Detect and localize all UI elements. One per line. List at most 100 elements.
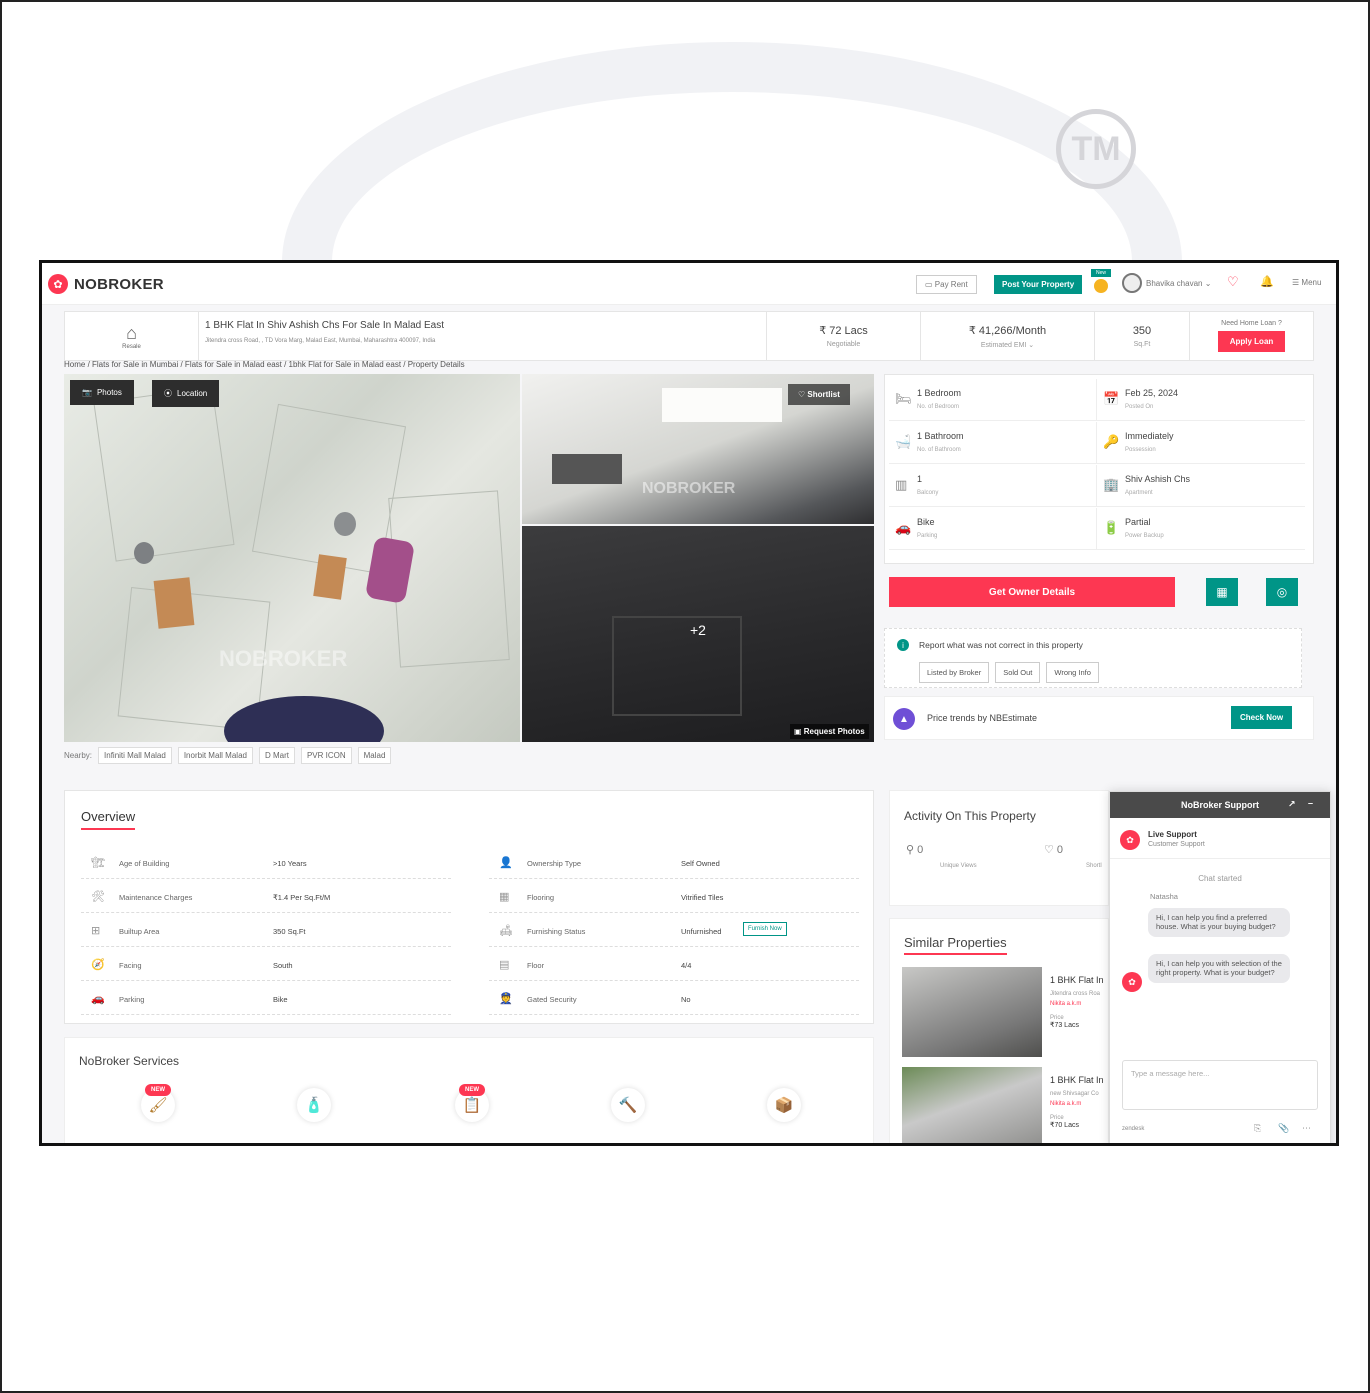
overview-row: ▦ Flooring Vitrified Tiles [489,881,859,913]
heart-shortlist-icon[interactable]: ♡ [1227,274,1239,290]
attach-icon[interactable]: ⎘ [1254,1123,1261,1134]
overview-row: ▤ Floor 4/4 [489,949,859,981]
spec-item: 📅 Feb 25, 2024 Posted On [1097,379,1305,421]
area-block: 350 Sq.Ft [1094,312,1189,360]
activity-section: Activity On This Property ⚲ 0 Unique Vie… [889,790,1109,906]
location-pin-icon: ⦿ [164,389,172,398]
new-feature-badge[interactable]: New [1091,269,1111,293]
balcony-icon: ▥ [895,477,908,492]
spec-item: 🛏 1 Bedroom No. of Bedroom [889,379,1097,421]
chat-owner-button[interactable]: ◎ [1266,578,1298,606]
breadcrumb[interactable]: Home / Flats for Sale in Mumbai / Flats … [64,360,465,369]
chat-message-input[interactable]: Type a message here... [1122,1060,1318,1110]
more-icon[interactable]: ⋯ [1302,1123,1311,1134]
floor-icon: ▤ [499,959,510,971]
check-now-button[interactable]: Check Now [1231,706,1293,729]
tap-right [334,512,356,536]
price-trends-bar: ▲ Price trends by NBEstimate Check Now [884,696,1314,740]
overview-row: 🧭 Facing South [81,949,451,981]
paperclip-icon[interactable]: 📎 [1278,1123,1289,1134]
security-icon: 👮 [499,993,513,1005]
spec-item: 🚗 Bike Parking [889,508,1097,550]
pay-rent-button[interactable]: ▭ Pay Rent [916,275,977,294]
packers-service-icon[interactable]: 📦 [767,1088,801,1122]
overview-row: 👤 Ownership Type Self Owned [489,847,859,879]
living-room-photo[interactable]: +2 ▣ Request Photos [522,526,874,742]
expand-icon[interactable]: ↗ [1288,799,1296,810]
overview-row: 🚗 Parking Bike [81,983,451,1015]
request-photos-button[interactable]: ▣ Request Photos [790,724,869,739]
property-title-block: 1 BHK Flat In Shiv Ashish Chs For Sale I… [198,312,766,360]
chevron-down-icon: ⌄ [1028,341,1035,349]
similar-photo[interactable] [902,967,1042,1057]
agent-avatar: ✿ [1120,830,1140,850]
person-icon: ⚲ [906,844,918,856]
unique-views: ⚲ 0 [906,844,924,856]
flooring-icon: ▦ [499,891,510,903]
property-address: Jitendra cross Road, , TD Vora Marg, Mal… [205,338,436,344]
logo-text: NOBROKER [74,275,164,293]
kitchen-photo[interactable]: NOBROKER ♡ Shortlist [522,374,874,524]
battery-icon: 🔋 [1103,520,1120,535]
emi-block[interactable]: ₹ 41,266/Month Estimated EMI ⌄ [920,312,1094,360]
apply-loan-button[interactable]: Apply Loan [1217,331,1286,352]
property-header: ⌂ Resale 1 BHK Flat In Shiv Ashish Chs F… [64,311,1314,361]
nearby-chip[interactable]: PVR ICON [300,747,352,764]
browser-viewport: ✿ NOBROKER ▭ Pay Rent Post Your Property… [39,260,1339,1146]
minimize-icon[interactable]: – [1308,798,1313,808]
overview-section: Overview 🏗 Age of Building >10 Years 🛠 Maint… [64,790,874,1024]
shortlist-button[interactable]: ♡ Shortlist [788,384,850,405]
get-owner-details-button[interactable]: Get Owner Details [889,577,1175,607]
building-icon: 🏢 [1103,477,1120,492]
cleaning-service-icon[interactable]: 🧴 [297,1088,331,1122]
nearby-chip[interactable]: D Mart [258,747,295,764]
similar-photo[interactable] [902,1067,1042,1143]
shortlist-count: ♡ 0 [1044,844,1064,856]
nearby-chip[interactable]: Inorbit Mall Malad [177,747,253,764]
listed-by-broker-button[interactable]: Listed by Broker [919,662,990,683]
nobroker-services-section: NoBroker Services 🖌 NEW 🧴 📋 NEW 🔨 📦 [64,1037,874,1143]
spec-item: 🏢 Shiv Ashish Chs Apartment [1097,465,1305,507]
bell-icon[interactable]: 🔔 [1260,275,1274,288]
property-title: 1 BHK Flat In Shiv Ashish Chs For Sale I… [205,320,444,331]
nobroker-logo[interactable]: ✿ NOBROKER [48,274,164,294]
bed-icon: 🛏 [895,391,912,406]
more-photos-count[interactable]: +2 [690,622,706,638]
screenshot-frame: TM ✿ NOBROKER ▭ Pay Rent Post Your Prope… [0,0,1370,1393]
home-loan-block: Need Home Loan ? Apply Loan [1189,312,1313,360]
photos-button[interactable]: 📷 Photos [70,380,134,405]
new-badge: NEW [459,1084,485,1096]
resale-tag: ⌂ Resale [122,322,141,350]
hamburger-icon: ☰ [1292,278,1302,287]
sofa-icon: 🛋 [499,925,513,937]
car-icon: 🚗 [895,520,912,535]
key-icon: 🔑 [1103,434,1120,449]
menu-button[interactable]: ☰ Menu [1292,278,1321,287]
camera-icon: 📷 [82,388,92,397]
ownership-icon: 👤 [499,857,513,869]
sold-out-button[interactable]: Sold Out [995,662,1041,683]
photo-watermark: NOBROKER [219,646,348,671]
overview-row: 🛋 Furnishing Status Unfurnished Furnish Now [489,915,859,947]
services-title: NoBroker Services [79,1054,180,1068]
chat-header: NoBroker Support ↗ – [1110,792,1330,818]
post-property-button[interactable]: Post Your Property [994,275,1083,294]
furnish-now-button[interactable]: Furnish Now [743,922,787,936]
heart-icon: ♡ [798,390,808,399]
user-name-dropdown[interactable]: Bhavika chavan ⌄ [1146,279,1211,288]
coin-icon [1094,279,1108,293]
nearby-chip[interactable]: Infiniti Mall Malad [98,747,172,764]
location-button[interactable]: ⦿ Location [152,380,220,407]
house-icon: ⌂ [126,322,137,343]
user-avatar[interactable] [1122,273,1142,293]
support-chat-widget: NoBroker Support ↗ – ✿ Live Support Cust… [1109,791,1331,1143]
wrong-info-button[interactable]: Wrong Info [1046,662,1099,683]
similar-card[interactable]: 1 BHK Flat In new Shivsagar Co Nikita a.… [1050,1075,1104,1129]
spec-item: ▥ 1 Balcony [889,465,1097,507]
nearby-chip[interactable]: Malad [357,747,392,764]
main-photo[interactable]: NOBROKER 📷 Photos ⦿ Location [64,374,520,742]
similar-card[interactable]: 1 BHK Flat In Jitendra cross Roa Nikita … [1050,975,1104,1029]
repair-service-icon[interactable]: 🔨 [611,1088,645,1122]
calculator-button[interactable]: ▦ [1206,578,1238,606]
window [662,388,782,422]
